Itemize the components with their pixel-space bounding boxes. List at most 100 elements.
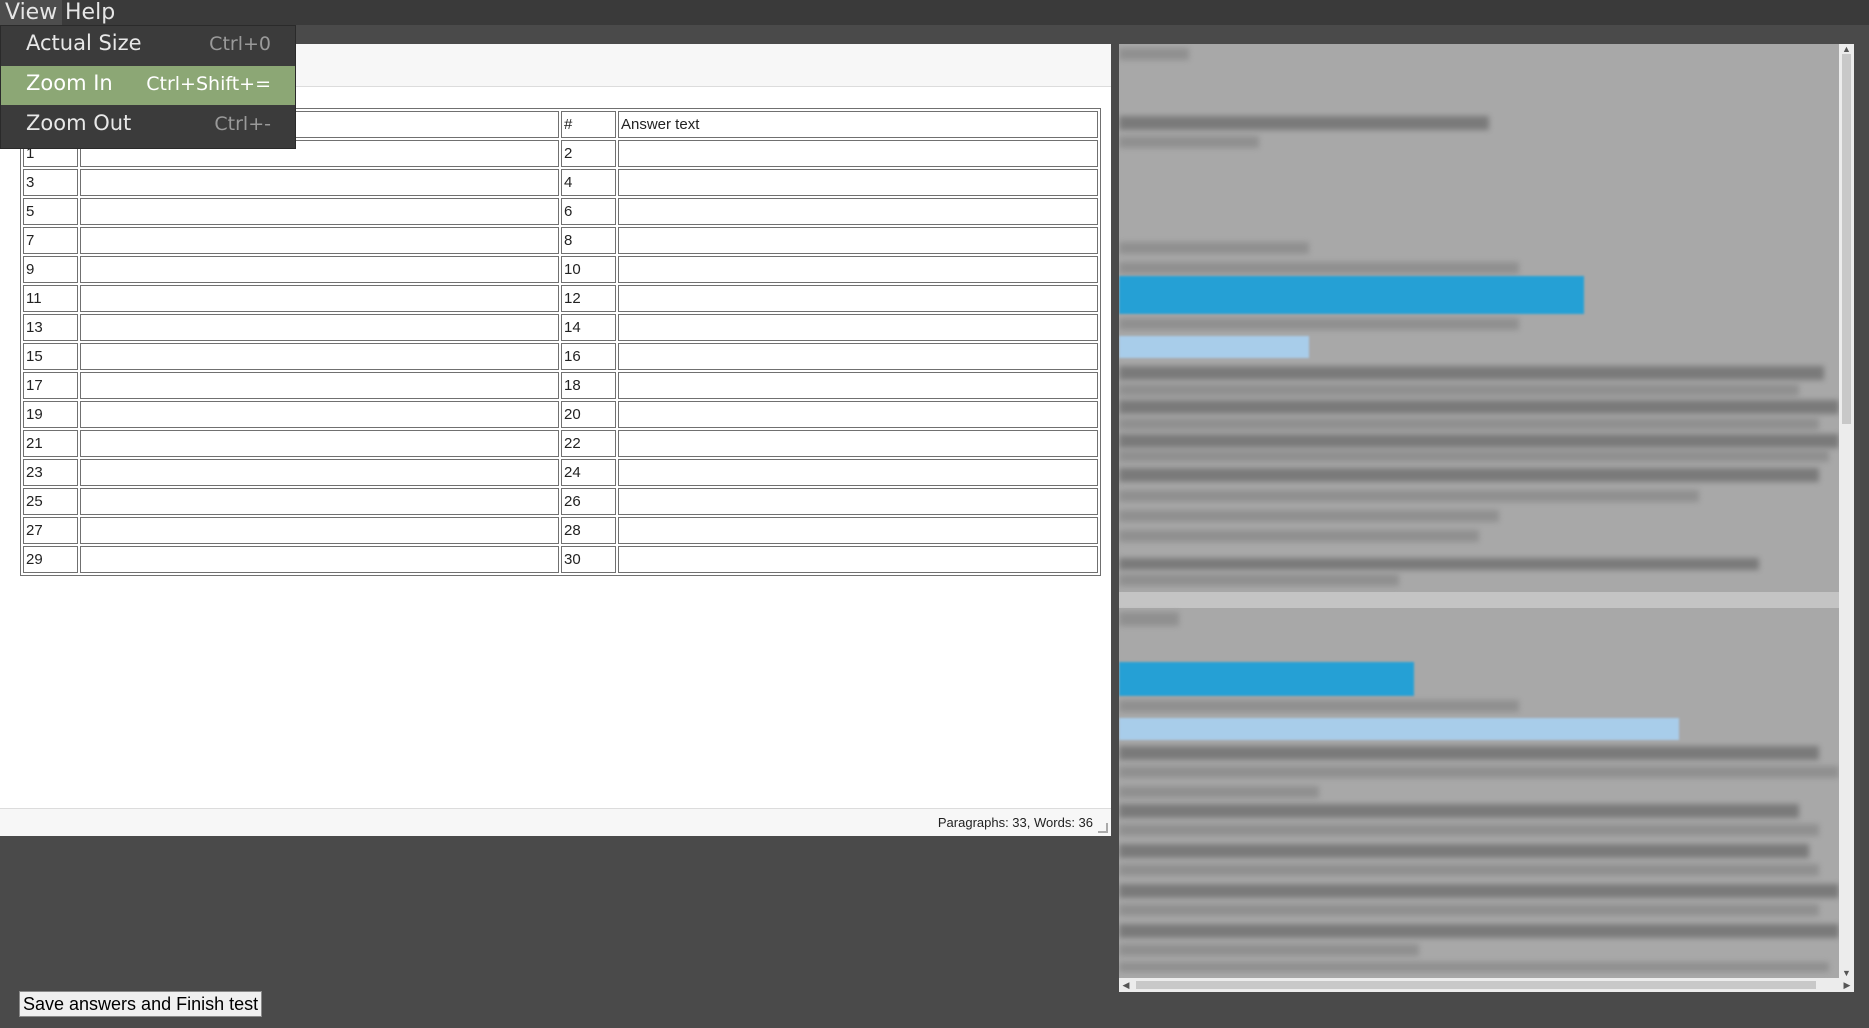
answer-cell[interactable] <box>618 488 1098 515</box>
row-number[interactable]: 25 <box>23 488 78 515</box>
row-number[interactable]: 9 <box>23 256 78 283</box>
blurred-text <box>1119 242 1309 254</box>
row-number[interactable]: 6 <box>561 198 616 225</box>
answer-cell[interactable] <box>618 285 1098 312</box>
row-number[interactable]: 4 <box>561 169 616 196</box>
answer-editor[interactable]: # Answer text 1 2 3 4 5 6 7 8 9 10 11 12 13 14 15 16 17 1… <box>0 44 1111 836</box>
answer-cell[interactable] <box>618 401 1098 428</box>
blurred-text <box>1119 558 1759 570</box>
blurred-text <box>1119 844 1809 858</box>
answer-cell[interactable] <box>80 314 559 341</box>
answer-cell[interactable] <box>80 488 559 515</box>
answer-cell[interactable] <box>80 169 559 196</box>
answer-cell[interactable] <box>618 517 1098 544</box>
blurred-text <box>1119 700 1519 712</box>
answer-cell[interactable] <box>80 343 559 370</box>
table-header-num[interactable]: # <box>561 111 616 138</box>
answer-cell[interactable] <box>80 227 559 254</box>
answer-cell[interactable] <box>618 227 1098 254</box>
menu-item-actual-size[interactable]: Actual Size Ctrl+0 <box>1 26 295 65</box>
row-number[interactable]: 28 <box>561 517 616 544</box>
finish-test-button[interactable]: Save answers and Finish test <box>19 991 263 1017</box>
table-row: 56 <box>23 198 1098 225</box>
row-number[interactable]: 17 <box>23 372 78 399</box>
answer-cell[interactable] <box>618 256 1098 283</box>
scroll-down-icon[interactable]: ▼ <box>1839 968 1854 978</box>
row-number[interactable]: 20 <box>561 401 616 428</box>
answer-cell[interactable] <box>618 343 1098 370</box>
table-row: 21 22 <box>23 430 1098 457</box>
row-number[interactable]: 5 <box>23 198 78 225</box>
blurred-heading <box>1119 662 1414 696</box>
row-number[interactable]: 8 <box>561 227 616 254</box>
answer-cell[interactable] <box>618 169 1098 196</box>
answer-cell[interactable] <box>80 546 559 573</box>
blurred-text <box>1119 962 1829 972</box>
answer-cell[interactable] <box>80 372 559 399</box>
menu-item-label: Zoom Out <box>26 111 132 135</box>
answer-cell[interactable] <box>618 430 1098 457</box>
table-row: 17 18 <box>23 372 1098 399</box>
row-number[interactable]: 26 <box>561 488 616 515</box>
row-number[interactable]: 3 <box>23 169 78 196</box>
menu-item-zoom-in[interactable]: Zoom In Ctrl+Shift+= <box>1 66 295 105</box>
menu-help[interactable]: Help <box>60 0 120 25</box>
document-viewer[interactable]: ▲ ▼ ◀ ▶ <box>1119 44 1854 992</box>
row-number[interactable]: 16 <box>561 343 616 370</box>
menu-item-label: Actual Size <box>26 31 142 55</box>
answer-cell[interactable] <box>618 140 1098 167</box>
table-row: 34 <box>23 169 1098 196</box>
row-number[interactable]: 19 <box>23 401 78 428</box>
row-number[interactable]: 29 <box>23 546 78 573</box>
answer-cell[interactable] <box>80 517 559 544</box>
answer-cell[interactable] <box>618 314 1098 341</box>
menu-view[interactable]: View <box>0 0 63 25</box>
resize-grip-icon[interactable] <box>1098 823 1108 833</box>
row-number[interactable]: 18 <box>561 372 616 399</box>
menu-item-shortcut: Ctrl+0 <box>209 33 271 55</box>
menu-item-zoom-out[interactable]: Zoom Out Ctrl+- <box>1 106 295 145</box>
answer-cell[interactable] <box>618 546 1098 573</box>
row-number[interactable]: 13 <box>23 314 78 341</box>
row-number[interactable]: 11 <box>23 285 78 312</box>
scroll-thumb[interactable] <box>1136 981 1816 989</box>
row-number[interactable]: 2 <box>561 140 616 167</box>
horizontal-scrollbar[interactable]: ◀ ▶ <box>1119 978 1854 992</box>
scroll-thumb[interactable] <box>1842 54 1851 424</box>
scroll-right-icon[interactable]: ▶ <box>1840 978 1854 992</box>
row-number[interactable]: 21 <box>23 430 78 457</box>
scroll-up-icon[interactable]: ▲ <box>1839 44 1854 54</box>
blurred-text <box>1119 384 1799 396</box>
vertical-scrollbar[interactable]: ▲ ▼ <box>1839 44 1854 978</box>
answer-cell[interactable] <box>618 198 1098 225</box>
answer-cell[interactable] <box>80 401 559 428</box>
table-row: 15 16 <box>23 343 1098 370</box>
blurred-text <box>1119 468 1819 482</box>
table-header-answer[interactable]: Answer text <box>618 111 1098 138</box>
row-number[interactable]: 30 <box>561 546 616 573</box>
row-number[interactable]: 23 <box>23 459 78 486</box>
blurred-text <box>1119 804 1799 818</box>
table-row: 78 <box>23 227 1098 254</box>
row-number[interactable]: 12 <box>561 285 616 312</box>
page-break <box>1119 592 1854 608</box>
editor-statusbar: Paragraphs: 33, Words: 36 <box>0 808 1111 836</box>
answer-cell[interactable] <box>80 285 559 312</box>
blurred-text <box>1119 530 1479 542</box>
row-number[interactable]: 27 <box>23 517 78 544</box>
row-number[interactable]: 15 <box>23 343 78 370</box>
answer-cell[interactable] <box>80 430 559 457</box>
answer-cell[interactable] <box>618 372 1098 399</box>
blurred-heading <box>1119 276 1584 314</box>
answer-cell[interactable] <box>80 198 559 225</box>
row-number[interactable]: 22 <box>561 430 616 457</box>
row-number[interactable]: 14 <box>561 314 616 341</box>
answer-cell[interactable] <box>618 459 1098 486</box>
row-number[interactable]: 10 <box>561 256 616 283</box>
menu-bar: View Help <box>0 0 1869 25</box>
row-number[interactable]: 24 <box>561 459 616 486</box>
answer-cell[interactable] <box>80 256 559 283</box>
scroll-left-icon[interactable]: ◀ <box>1119 978 1133 992</box>
row-number[interactable]: 7 <box>23 227 78 254</box>
answer-cell[interactable] <box>80 459 559 486</box>
